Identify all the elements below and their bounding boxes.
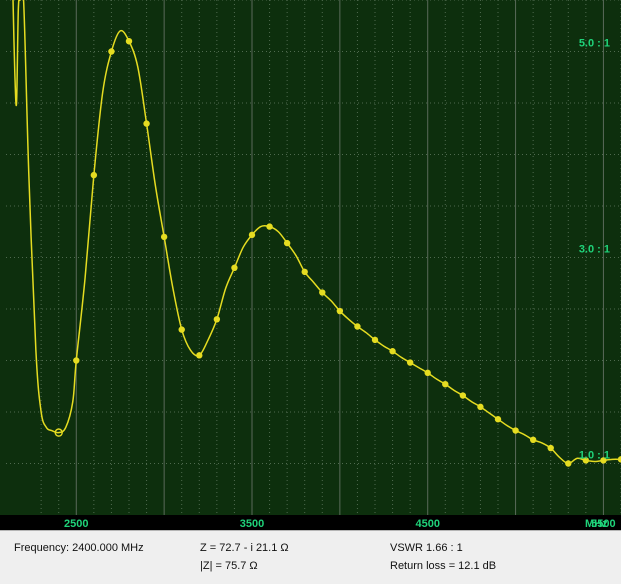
x-tick-label: 2500 (64, 518, 88, 530)
data-point (442, 380, 449, 388)
frequency-readout: Frequency: 2400.000 MHz (14, 542, 144, 554)
x-tick-label: 4500 (415, 518, 439, 530)
x-unit-label: MHz (585, 518, 608, 530)
data-point (389, 348, 396, 355)
data-point (90, 171, 98, 179)
data-point (547, 444, 554, 452)
impedance-readout: Z = 72.7 - i 21.1 Ω (200, 542, 289, 554)
y-tick-label: 5.0 : 1 (579, 38, 610, 50)
data-point (125, 38, 133, 45)
data-point (494, 416, 502, 423)
data-point (143, 120, 150, 127)
readout-panel: Frequency: 2400.000 MHz Z = 72.7 - i 21.… (0, 530, 621, 584)
x-tick-label: 3500 (240, 518, 264, 530)
data-point (266, 223, 273, 230)
data-point (424, 369, 431, 377)
data-point (283, 239, 291, 247)
data-point (319, 289, 326, 296)
data-point (73, 357, 80, 364)
data-point (354, 323, 361, 330)
data-point (160, 233, 168, 241)
data-point (196, 352, 203, 359)
data-point (178, 326, 185, 333)
y-tick-label: 1.0 : 1 (579, 450, 610, 462)
vswr-readout: VSWR 1.66 : 1 (390, 542, 463, 554)
data-point (371, 336, 379, 344)
data-point (565, 460, 572, 467)
vna-window: 5.0 : 1 3.0 : 1 1.0 : 1 2500 3500 4500 5500 M… (0, 0, 621, 584)
data-point (406, 359, 414, 366)
return-loss-readout: Return loss = 12.1 dB (390, 560, 497, 572)
impedance-magnitude-readout: |Z| = 75.7 Ω (200, 560, 258, 572)
data-point (477, 403, 484, 411)
data-point (512, 427, 519, 434)
data-point (336, 307, 344, 315)
x-axis-bar (0, 515, 621, 530)
vswr-plot[interactable]: 5.0 : 13.0 : 11.0 : 1 2500 3500 4500 5500 M… (0, 0, 621, 530)
data-point (231, 264, 238, 271)
data-point (459, 392, 467, 399)
data-point (301, 268, 308, 276)
data-point (248, 231, 256, 239)
y-tick-label: 3.0 : 1 (579, 244, 610, 256)
data-point (108, 48, 115, 55)
data-point (213, 316, 221, 323)
data-point (529, 436, 537, 444)
